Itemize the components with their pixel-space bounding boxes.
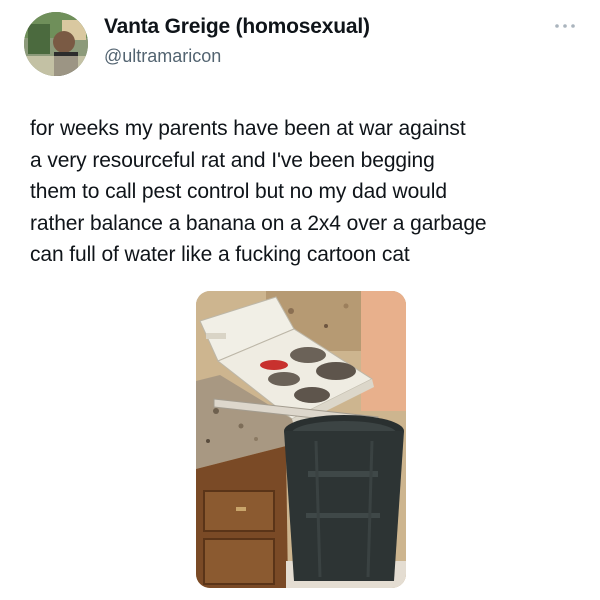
author-avatar[interactable] bbox=[24, 12, 88, 76]
tweet-text-line: them to call pest control but no my dad … bbox=[30, 180, 447, 203]
tweet-text: for weeks my parents have been at war ag… bbox=[30, 113, 590, 271]
tweet-text-line: for weeks my parents have been at war ag… bbox=[30, 117, 466, 140]
tweet-text-line: rather balance a banana on a 2x4 over a … bbox=[30, 211, 487, 235]
avatar-photo bbox=[24, 12, 88, 76]
tweet-media-photo[interactable] bbox=[196, 291, 406, 588]
author-display-name[interactable]: Vanta Greige (homosexual) bbox=[104, 15, 370, 39]
tweet-text-line: can full of water like a fucking cartoon… bbox=[30, 243, 410, 266]
tweet-text-line: a very resourceful rat and I've been beg… bbox=[30, 148, 435, 172]
author-handle[interactable]: @ultramaricon bbox=[104, 46, 221, 67]
kitchen-photo bbox=[196, 291, 406, 588]
more-horizontal-icon[interactable] bbox=[550, 18, 580, 34]
